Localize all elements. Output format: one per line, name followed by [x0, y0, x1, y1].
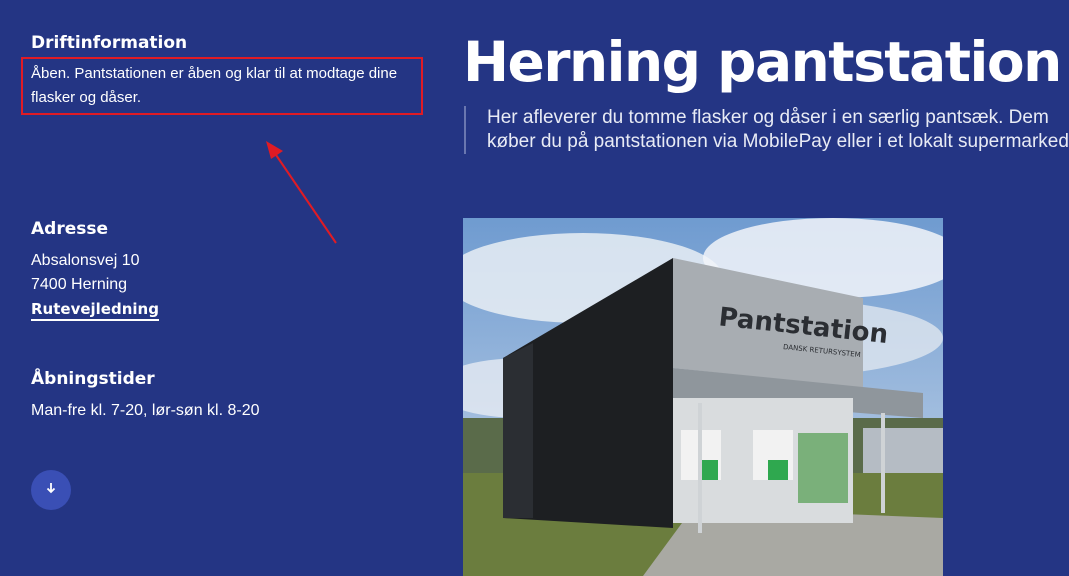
- intro-text: Her afleverer du tomme flasker og dåser …: [464, 106, 1069, 154]
- hours-text: Man-fre kl. 7-20, lør-søn kl. 8-20: [31, 402, 260, 419]
- scroll-down-button[interactable]: [31, 470, 71, 510]
- hours-title: Åbningstider: [31, 369, 155, 389]
- arrow-down-icon: [45, 481, 57, 499]
- address-street: Absalonsvej 10: [31, 252, 140, 269]
- address-title: Adresse: [31, 219, 109, 239]
- station-photo: Pantstation DANSK RETURSYSTEM: [463, 218, 943, 576]
- address-city: 7400 Herning: [31, 276, 128, 293]
- status-title: Driftinformation: [31, 33, 188, 53]
- status-highlight-box: [21, 57, 423, 115]
- page-title: Herning pantstation: [463, 30, 1062, 94]
- directions-link[interactable]: Rutevejledning: [31, 300, 159, 321]
